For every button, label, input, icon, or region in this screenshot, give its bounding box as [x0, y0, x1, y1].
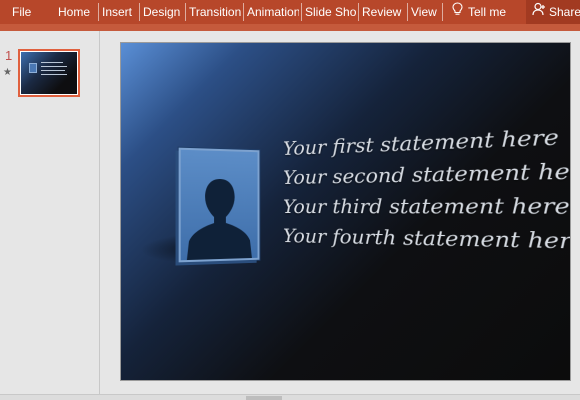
- tell-me-label: Tell me: [468, 5, 507, 19]
- tab-separator: [442, 3, 443, 21]
- statement-line: Your fourth statement here: [283, 225, 571, 255]
- statement-line: Your third statement here: [283, 193, 570, 220]
- person-silhouette-icon: [186, 178, 252, 261]
- thumbnail-text-line: [41, 74, 67, 75]
- tab-separator: [358, 3, 359, 21]
- person-icon: [532, 0, 546, 24]
- tab-file[interactable]: File: [12, 0, 42, 24]
- notes-splitter[interactable]: [0, 394, 580, 400]
- tab-separator: [98, 3, 99, 21]
- tab-view[interactable]: View: [411, 0, 441, 24]
- tab-insert[interactable]: Insert: [102, 0, 137, 24]
- thumbnail-text-line: [41, 62, 63, 63]
- ribbon-collapsed-strip: [0, 24, 580, 31]
- slide-canvas[interactable]: Your first statement here Your second st…: [120, 42, 571, 381]
- tab-slide-show[interactable]: Slide Show: [305, 0, 356, 24]
- slide-thumbnail[interactable]: [18, 49, 80, 97]
- share-button[interactable]: Share: [526, 0, 580, 24]
- thumbnail-text-line: [41, 70, 65, 71]
- tab-review[interactable]: Review: [362, 0, 404, 24]
- slide-editor: Your first statement here Your second st…: [101, 31, 580, 394]
- tab-design[interactable]: Design: [143, 0, 183, 24]
- photo-placeholder[interactable]: [178, 147, 260, 263]
- slide-number: 1: [5, 48, 13, 63]
- lightbulb-icon: [452, 0, 463, 24]
- share-label: Share: [549, 5, 580, 19]
- animation-star-icon: ★: [3, 67, 12, 78]
- tab-separator: [407, 3, 408, 21]
- tab-separator: [301, 3, 302, 21]
- tab-separator: [185, 3, 186, 21]
- ribbon-tab-bar: File Home Insert Design Transitions Anim…: [0, 0, 580, 24]
- tab-transitions[interactable]: Transitions: [189, 0, 241, 24]
- statement-text-box[interactable]: Your first statement here Your second st…: [283, 118, 571, 303]
- tab-animations[interactable]: Animations: [247, 0, 299, 24]
- thumbnail-photo: [29, 63, 37, 73]
- tab-separator: [139, 3, 140, 21]
- tab-home[interactable]: Home: [58, 0, 96, 24]
- splitter-handle[interactable]: [246, 396, 282, 400]
- tell-me-search[interactable]: Tell me: [452, 0, 518, 24]
- thumbnail-text-line: [41, 66, 67, 67]
- slide-thumbnail-pane[interactable]: 1 ★: [0, 31, 100, 394]
- slide-thumbnail-preview: [21, 52, 77, 94]
- tab-separator: [243, 3, 244, 21]
